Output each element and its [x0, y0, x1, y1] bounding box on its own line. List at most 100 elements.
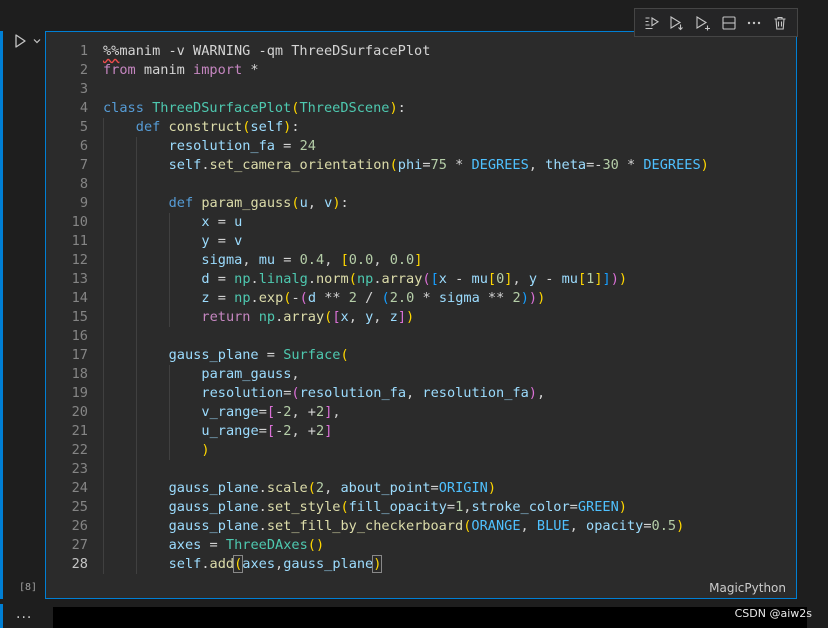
code-line[interactable]: 11 y = v — [46, 232, 796, 251]
code-token: = — [446, 499, 456, 515]
code-text[interactable]: self.set_camera_orientation(phi=75 * DEG… — [169, 156, 709, 175]
execute-below-icon[interactable] — [692, 12, 714, 34]
next-cell-collapsed-indicator[interactable]: ... — [16, 606, 32, 622]
code-line[interactable]: 1 %%manim -v WARNING -qm ThreeDSurfacePlo… — [46, 42, 796, 61]
code-line[interactable]: 14 z = np.exp(-(d ** 2 / (2.0 * sigma ** … — [46, 289, 796, 308]
code-line[interactable]: 15 return np.array([x, y, z]) — [46, 308, 796, 327]
code-line[interactable]: 2 from manim import * — [46, 61, 796, 80]
code-token: gauss_plane — [168, 347, 259, 363]
code-text[interactable]: u_range=[-2, +2] — [201, 422, 332, 441]
code-text[interactable]: gauss_plane.set_fill_by_checkerboard(ORA… — [169, 517, 685, 536]
code-line[interactable]: 28 self.add(axes,gauss_plane) — [46, 555, 796, 574]
trash-icon[interactable] — [769, 12, 791, 34]
code-line[interactable]: 18 param_gauss, — [46, 365, 796, 384]
code-text[interactable]: d = np.linalg.norm(np.array([x - mu[0], … — [201, 270, 627, 289]
code-line[interactable]: 4 class ThreeDSurfacePlot(ThreeDScene): — [46, 99, 796, 118]
indent-guide — [168, 270, 170, 289]
code-line[interactable]: 6 resolution_fa = 24 — [46, 137, 796, 156]
indent-guide — [135, 308, 137, 327]
code-line[interactable]: 25 gauss_plane.set_style(fill_opacity=1,s… — [46, 498, 796, 517]
code-line[interactable]: 19 resolution=(resolution_fa, resolution_… — [46, 384, 796, 403]
code-text[interactable]: def construct(self): — [136, 118, 300, 137]
indent-guide — [103, 517, 104, 536]
code-token: = — [258, 347, 284, 363]
code-token: ) — [201, 442, 210, 458]
indent-guide — [168, 213, 170, 232]
code-line[interactable]: 5 def construct(self): — [46, 118, 796, 137]
code-text[interactable]: from manim import * — [103, 61, 259, 80]
code-token: , — [520, 518, 537, 534]
code-text[interactable]: z = np.exp(-(d ** 2 / (2.0 * sigma ** 2)… — [201, 289, 545, 308]
code-text[interactable]: axes = ThreeDAxes() — [169, 536, 325, 555]
code-token: ThreeDSurfacePlot — [152, 100, 292, 116]
execute-above-icon[interactable] — [641, 12, 663, 34]
code-text[interactable]: self.add(axes,gauss_plane) — [169, 555, 383, 574]
code-token: add — [209, 556, 235, 572]
code-text[interactable]: return np.array([x, y, z]) — [201, 308, 414, 327]
line-number: 17 — [71, 347, 88, 363]
line-number: 16 — [71, 328, 88, 344]
code-token: [ — [266, 423, 276, 439]
code-line[interactable]: 16 — [46, 327, 796, 346]
cell-focus-bar — [0, 31, 3, 599]
code-line[interactable]: 27 axes = ThreeDAxes() — [46, 536, 796, 555]
code-line[interactable]: 17 gauss_plane = Surface( — [46, 346, 796, 365]
code-line[interactable]: 7 self.set_camera_orientation(phi=75 * DE… — [46, 156, 796, 175]
line-number: 22 — [71, 442, 88, 458]
watermark: CSDN @aiw2s — [734, 607, 812, 620]
code-line[interactable]: 9 def param_gauss(u, v): — [46, 194, 796, 213]
code-token: u — [234, 214, 243, 230]
code-token: , — [275, 556, 284, 572]
code-text[interactable]: gauss_plane.scale(2, about_point=ORIGIN) — [169, 479, 496, 498]
line-number: 10 — [71, 214, 88, 230]
code-line[interactable]: 13 d = np.linalg.norm(np.array([x - mu[0]… — [46, 270, 796, 289]
code-text[interactable]: %%manim -v WARNING -qm ThreeDSurfacePlot — [103, 42, 430, 61]
cell-language[interactable]: MagicPython — [709, 581, 786, 595]
more-icon[interactable] — [743, 12, 765, 34]
chevron-down-icon[interactable] — [32, 36, 42, 46]
code-text[interactable]: def param_gauss(u, v): — [169, 194, 349, 213]
code-line[interactable]: 8 — [46, 175, 796, 194]
code-line[interactable]: 24 gauss_plane.scale(2, about_point=ORIGI… — [46, 479, 796, 498]
play-icon[interactable] — [12, 33, 28, 49]
code-token: exp — [258, 290, 284, 306]
code-text[interactable]: resolution=(resolution_fa, resolution_fa… — [201, 384, 545, 403]
code-line[interactable]: 22) — [46, 441, 796, 460]
code-token: resolution — [201, 385, 284, 401]
code-text[interactable]: sigma, mu = 0.4, [0.0, 0.0] — [201, 251, 422, 270]
code-line[interactable]: 26 gauss_plane.set_fill_by_checkerboard(O… — [46, 517, 796, 536]
indent-guide — [135, 517, 137, 536]
code-text[interactable]: gauss_plane.set_style(fill_opacity=1,str… — [169, 498, 627, 517]
code-token: . — [258, 480, 267, 496]
code-text[interactable]: resolution_fa = 24 — [169, 137, 316, 156]
code-text[interactable]: v_range=[-2, +2], — [201, 403, 340, 422]
code-token: DEGREES — [471, 157, 529, 173]
line-number: 19 — [71, 385, 88, 401]
code-line[interactable]: 20 v_range=[-2, +2], — [46, 403, 796, 422]
code-token: = — [422, 157, 431, 173]
cell-editor[interactable]: 1 %%manim -v WARNING -qm ThreeDSurfacePlo… — [45, 31, 797, 599]
indent-guide — [103, 536, 104, 555]
execution-count: [8] — [19, 582, 38, 593]
code-token: fill_opacity — [348, 499, 447, 515]
code-editor[interactable]: 1 %%manim -v WARNING -qm ThreeDSurfacePlo… — [46, 42, 796, 574]
code-line[interactable]: 3 — [46, 80, 796, 99]
code-line[interactable]: 23 — [46, 460, 796, 479]
code-text[interactable]: ) — [201, 441, 209, 460]
code-line[interactable]: 12 sigma, mu = 0.4, [0.0, 0.0] — [46, 251, 796, 270]
code-token: manim -v WARNING -qm ThreeDSurfacePlot — [119, 43, 431, 59]
execute-cell-below-icon[interactable] — [666, 12, 688, 34]
split-cell-icon[interactable] — [718, 12, 740, 34]
indent-guide — [103, 156, 104, 175]
code-token: = — [209, 233, 235, 249]
code-text[interactable]: y = v — [201, 232, 242, 251]
code-text[interactable]: x = u — [201, 213, 242, 232]
code-line[interactable]: 10 x = u — [46, 213, 796, 232]
code-text[interactable]: param_gauss, — [201, 365, 299, 384]
code-text[interactable]: gauss_plane = Surface( — [169, 346, 349, 365]
code-line[interactable]: 21 u_range=[-2, +2] — [46, 422, 796, 441]
line-number: 28 — [71, 556, 88, 572]
code-token: ( — [389, 157, 398, 173]
code-token: . — [250, 290, 259, 306]
code-text[interactable]: class ThreeDSurfacePlot(ThreeDScene): — [103, 99, 406, 118]
